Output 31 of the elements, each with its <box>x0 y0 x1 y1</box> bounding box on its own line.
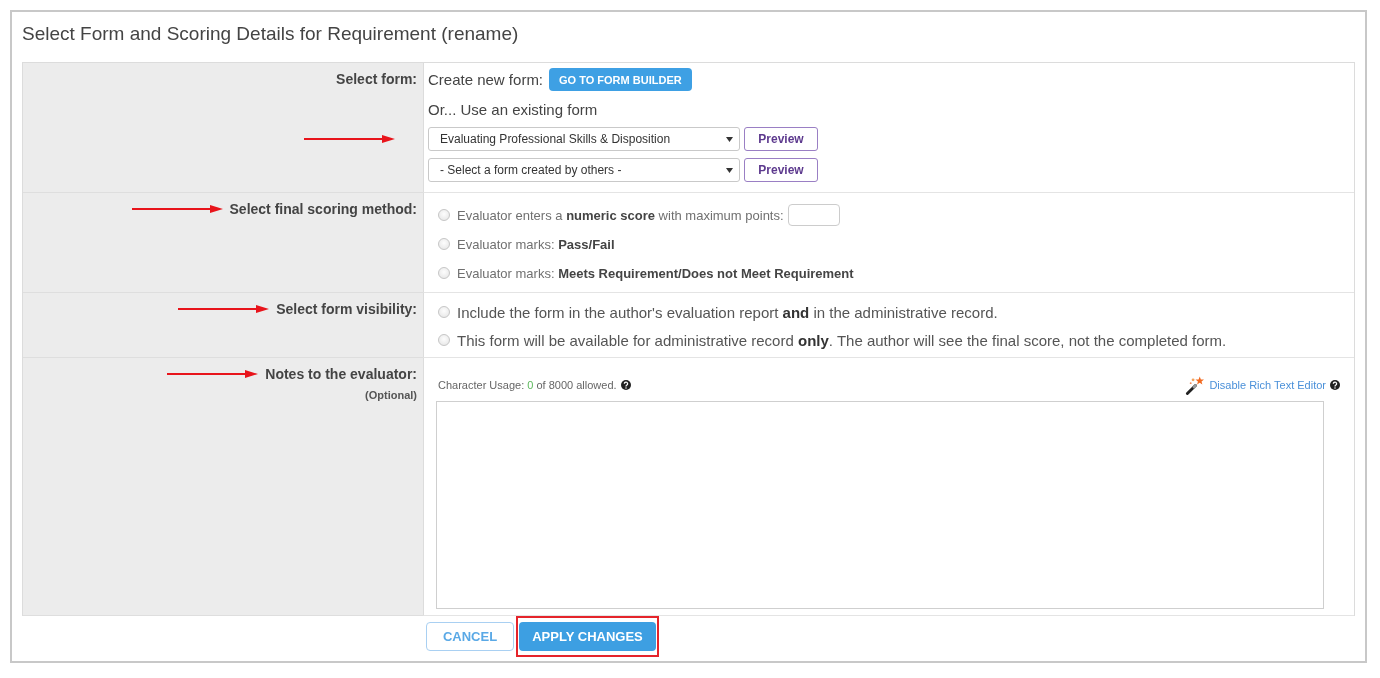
notes-textarea[interactable] <box>436 401 1324 609</box>
points-input-field[interactable] <box>787 204 840 226</box>
form-dropdown[interactable]: - Select a form created by others - <box>428 158 740 182</box>
radio-button[interactable] <box>438 267 450 279</box>
option-label: Evaluator marks: Pass/Fail <box>457 236 615 252</box>
create-form-label: Create new form: <box>428 69 544 90</box>
preview-button[interactable]: Preview <box>744 158 818 182</box>
magic-wand-icon <box>1185 375 1205 395</box>
field-label: Select form visibility: <box>276 300 417 318</box>
radio-button[interactable] <box>438 306 450 318</box>
field-label: Select form: <box>336 70 417 88</box>
radio-button[interactable] <box>438 238 450 250</box>
help-icon[interactable] <box>620 380 631 390</box>
option-label: Include the form in the author's evaluation report and in the administrative record. <box>457 303 998 321</box>
radio-button[interactable] <box>438 209 450 221</box>
preview-button[interactable]: Preview <box>744 127 818 151</box>
existing-form-label: Or... Use an existing form <box>428 100 599 120</box>
radio-button[interactable] <box>438 334 450 346</box>
form-dropdown[interactable]: Evaluating Professional Skills & Disposition <box>428 127 740 151</box>
option-label: Evaluator marks: Meets Requirement/Does not Meet Requirement <box>457 265 854 281</box>
disable-rich-text-link[interactable]: Disable Rich Text Editor <box>1209 379 1326 391</box>
option-label: This form will be available for administrative record only. The author will see the final score, not the completed form. <box>457 331 1227 349</box>
character-usage-text: Character Usage: 0 of 8000 allowed. <box>438 379 617 391</box>
option-label: Evaluator enters a numeric score with maximum points: <box>457 207 784 223</box>
dialog-title: Select Form and Scoring Details for Requirement (rename) <box>22 22 520 46</box>
field-label: Notes to the evaluator: <box>265 365 417 383</box>
caret-icon <box>726 167 733 173</box>
field-label: Select final scoring method: <box>229 200 417 218</box>
optional-label: (Optional) <box>365 388 417 402</box>
help-icon[interactable] <box>1330 380 1340 390</box>
caret-icon <box>726 136 733 142</box>
